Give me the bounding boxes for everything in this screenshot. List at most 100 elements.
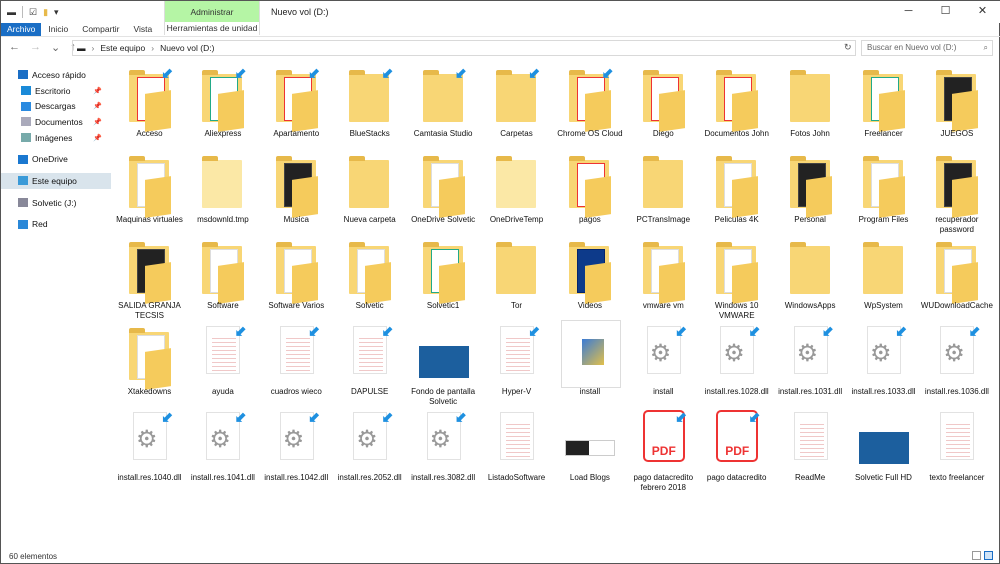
file-item[interactable]: ⚙ ⬋ install.res.1041.dll	[186, 407, 259, 493]
sidebar-item-red[interactable]: Red	[1, 217, 111, 233]
tab-vista[interactable]: Vista	[127, 23, 160, 36]
status-item-count: 60 elementos	[9, 552, 58, 561]
file-item[interactable]: ⬋ cuadros wieco	[260, 321, 333, 407]
file-item[interactable]: Solvetic	[333, 235, 406, 321]
search-input[interactable]: Buscar en Nuevo vol (D:) ⌕	[861, 40, 993, 56]
file-item[interactable]: WindowsApps	[774, 235, 847, 321]
file-item[interactable]: Documentos John	[700, 63, 773, 149]
pin-icon[interactable]: 📌	[93, 134, 102, 142]
details-view-button[interactable]	[972, 551, 981, 560]
properties-icon[interactable]: ☑	[29, 7, 37, 18]
back-button[interactable]: ←	[9, 41, 20, 54]
breadcrumb-nuevo-vol[interactable]: Nuevo vol (D:)	[160, 43, 214, 53]
file-item[interactable]: ⬋ Hyper-V	[480, 321, 553, 407]
sidebar-item-onedrive[interactable]: OneDrive	[1, 151, 111, 167]
pin-icon[interactable]: 📌	[93, 118, 102, 126]
file-item[interactable]: ⬋ Apartamento	[260, 63, 333, 149]
recent-locations-button[interactable]: ⌄	[51, 41, 60, 54]
file-item[interactable]: ⚙ ⬋ install.res.3082.dll	[407, 407, 480, 493]
forward-button[interactable]: →	[30, 41, 41, 54]
file-item[interactable]: msdownld.tmp	[186, 149, 259, 235]
file-item[interactable]: ReadMe	[774, 407, 847, 493]
file-item[interactable]: ⬋ DAPULSE	[333, 321, 406, 407]
large-icons-view-button[interactable]	[984, 551, 993, 560]
file-name: DAPULSE	[351, 387, 389, 396]
tab-compartir[interactable]: Compartir	[75, 23, 126, 36]
file-item[interactable]: PDF ⬋ pago datacredito febrero 2018	[627, 407, 700, 493]
file-item[interactable]: Solvetic Full HD	[847, 407, 920, 493]
file-name: Fotos John	[790, 129, 830, 138]
file-name: Chrome OS Cloud	[557, 129, 623, 138]
file-item[interactable]: Tor	[480, 235, 553, 321]
file-item[interactable]: ListadoSoftware	[480, 407, 553, 493]
file-item[interactable]: Fondo de pantalla Solvetic	[407, 321, 480, 407]
file-item[interactable]: pagos	[553, 149, 626, 235]
tab-archivo[interactable]: Archivo	[1, 23, 42, 36]
file-item[interactable]: ⚙ ⬋ install.res.1031.dll	[774, 321, 847, 407]
file-item[interactable]: ⬋ Aliexpress	[186, 63, 259, 149]
file-item[interactable]: Musica	[260, 149, 333, 235]
file-item[interactable]: vmware vm	[627, 235, 700, 321]
file-item[interactable]: Personal	[774, 149, 847, 235]
file-item[interactable]: install	[553, 320, 626, 407]
sidebar-item-descargas[interactable]: Descargas 📌	[1, 98, 111, 114]
refresh-icon[interactable]: ↻	[844, 42, 852, 53]
sidebar-item-solvetic-j-[interactable]: Solvetic (J:)	[1, 195, 111, 211]
file-item[interactable]: recuperador password	[920, 149, 993, 235]
file-item[interactable]: ⚙ ⬋ install.res.1036.dll	[920, 321, 993, 407]
tab-inicio[interactable]: Inicio	[41, 23, 75, 36]
address-bar[interactable]: ▬ › Este equipo › Nuevo vol (D:)	[72, 40, 856, 56]
file-item[interactable]: Software Varios	[260, 235, 333, 321]
file-item[interactable]: ⚙ ⬋ install.res.1033.dll	[847, 321, 920, 407]
sidebar-item-escritorio[interactable]: Escritorio 📌	[1, 83, 111, 99]
file-item[interactable]: Program Files	[847, 149, 920, 235]
pin-icon[interactable]: 📌	[93, 87, 102, 95]
file-item[interactable]: ⬋ BlueStacks	[333, 63, 406, 149]
folder-icon	[275, 242, 318, 304]
breadcrumb-este-equipo[interactable]: Este equipo	[100, 43, 145, 53]
pin-icon[interactable]: 📌	[93, 102, 102, 110]
sidebar-item-acceso-r-pido[interactable]: Acceso rápido	[1, 67, 111, 83]
file-item[interactable]: ⚙ ⬋ install.res.2052.dll	[333, 407, 406, 493]
file-item[interactable]: ⬋ Chrome OS Cloud	[553, 63, 626, 149]
file-item[interactable]: Videos	[553, 235, 626, 321]
sidebar-item-este-equipo[interactable]: Este equipo	[1, 173, 111, 189]
file-item[interactable]: Fotos John	[774, 63, 847, 149]
file-item[interactable]: Software	[186, 235, 259, 321]
file-item[interactable]: PDF ⬋ pago datacredito	[700, 407, 773, 493]
file-item[interactable]: ⬋ Carpetas	[480, 63, 553, 149]
file-item[interactable]: PCTransImage	[627, 149, 700, 235]
sidebar-item-documentos[interactable]: Documentos 📌	[1, 114, 111, 130]
file-item[interactable]: ⚙ ⬋ install.res.1042.dll	[260, 407, 333, 493]
file-item[interactable]: Freelancer	[847, 63, 920, 149]
tab-herramientas-de-unidad[interactable]: Herramientas de unidad	[165, 22, 259, 35]
file-item[interactable]: JUEGOS	[920, 63, 993, 149]
new-folder-icon[interactable]: ▮	[43, 7, 48, 18]
customize-toolbar-icon[interactable]: ▾	[54, 7, 59, 18]
file-item[interactable]: Windows 10 VMWARE	[700, 235, 773, 321]
file-item[interactable]: WUDownloadCache	[920, 235, 993, 321]
file-item[interactable]: OneDrive Solvetic	[407, 149, 480, 235]
file-item[interactable]: ⚙ ⬋ install.res.1028.dll	[700, 321, 773, 407]
close-button[interactable]: ✕	[964, 1, 1000, 23]
file-item[interactable]: ⬋ Acceso	[113, 63, 186, 149]
file-item[interactable]: Load Blogs	[553, 407, 626, 493]
file-item[interactable]: SALIDA GRANJA TECSIS	[113, 235, 186, 321]
minimize-button[interactable]: ─	[890, 1, 927, 23]
file-item[interactable]: Diego	[627, 63, 700, 149]
file-item[interactable]: Solvetic1	[407, 235, 480, 321]
shortcut-arrow-icon: ⬋	[821, 323, 834, 339]
file-item[interactable]: ⚙ ⬋ install	[627, 321, 700, 407]
maximize-button[interactable]: ☐	[927, 1, 964, 23]
file-item[interactable]: Xtakedowns	[113, 321, 186, 407]
file-item[interactable]: texto freelancer	[920, 407, 993, 493]
file-item[interactable]: OneDriveTemp	[480, 149, 553, 235]
file-item[interactable]: ⚙ ⬋ install.res.1040.dll	[113, 407, 186, 493]
file-item[interactable]: Maquinas virtuales	[113, 149, 186, 235]
file-item[interactable]: ⬋ Camtasia Studio	[407, 63, 480, 149]
file-item[interactable]: Peliculas 4K	[700, 149, 773, 235]
file-item[interactable]: WpSystem	[847, 235, 920, 321]
sidebar-item-im-genes[interactable]: Imágenes 📌	[1, 130, 111, 146]
file-item[interactable]: ⬋ ayuda	[186, 321, 259, 407]
file-item[interactable]: Nueva carpeta	[333, 149, 406, 235]
